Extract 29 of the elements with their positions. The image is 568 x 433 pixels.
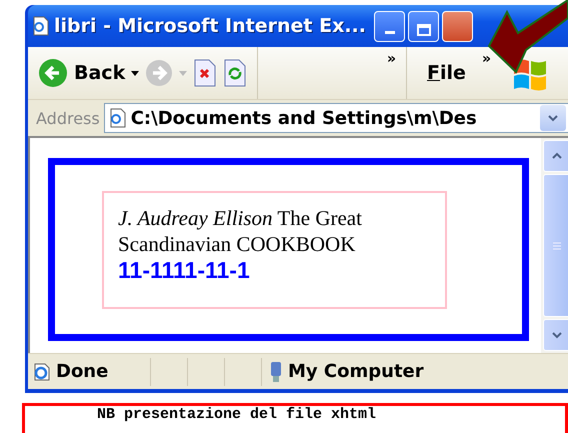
minimize-button[interactable] bbox=[374, 10, 405, 42]
scroll-down-button[interactable] bbox=[543, 319, 568, 351]
status-text: Done bbox=[56, 361, 108, 382]
page-icon bbox=[108, 108, 127, 128]
chevron-up-icon bbox=[551, 152, 563, 160]
zone-text: My Computer bbox=[288, 361, 424, 382]
page-icon bbox=[32, 16, 50, 36]
scroll-up-button[interactable] bbox=[543, 140, 568, 172]
window-title: libri - Microsoft Internet Ex... bbox=[54, 15, 366, 37]
maximize-button[interactable] bbox=[408, 10, 439, 42]
stop-icon[interactable] bbox=[193, 59, 218, 87]
toolbar-chevron[interactable]: » bbox=[387, 51, 396, 67]
dropdown-button[interactable] bbox=[540, 105, 566, 131]
address-field[interactable]: C:\Documents and Settings\m\Des bbox=[104, 103, 568, 133]
close-button[interactable] bbox=[442, 10, 473, 42]
address-label: Address bbox=[36, 108, 100, 128]
isbn-text: 11-1111-11-1 bbox=[118, 256, 251, 284]
menu-chevron[interactable]: » bbox=[482, 51, 491, 67]
book-citation: J. Audreay Ellison The Great Scandinavian COOKBOOK bbox=[118, 204, 363, 256]
file-menu[interactable]: File bbox=[417, 62, 476, 84]
scrollbar-thumb[interactable] bbox=[543, 174, 568, 317]
chevron-down-icon bbox=[547, 114, 559, 122]
refresh-icon[interactable] bbox=[223, 59, 248, 87]
ie-icon bbox=[32, 362, 52, 382]
back-button[interactable]: Back bbox=[38, 58, 126, 88]
computer-icon bbox=[268, 360, 284, 382]
note-text: NB presentazione del file xhtml bbox=[22, 403, 568, 433]
chevron-down-icon bbox=[551, 331, 563, 339]
dropdown-icon[interactable] bbox=[131, 70, 140, 76]
